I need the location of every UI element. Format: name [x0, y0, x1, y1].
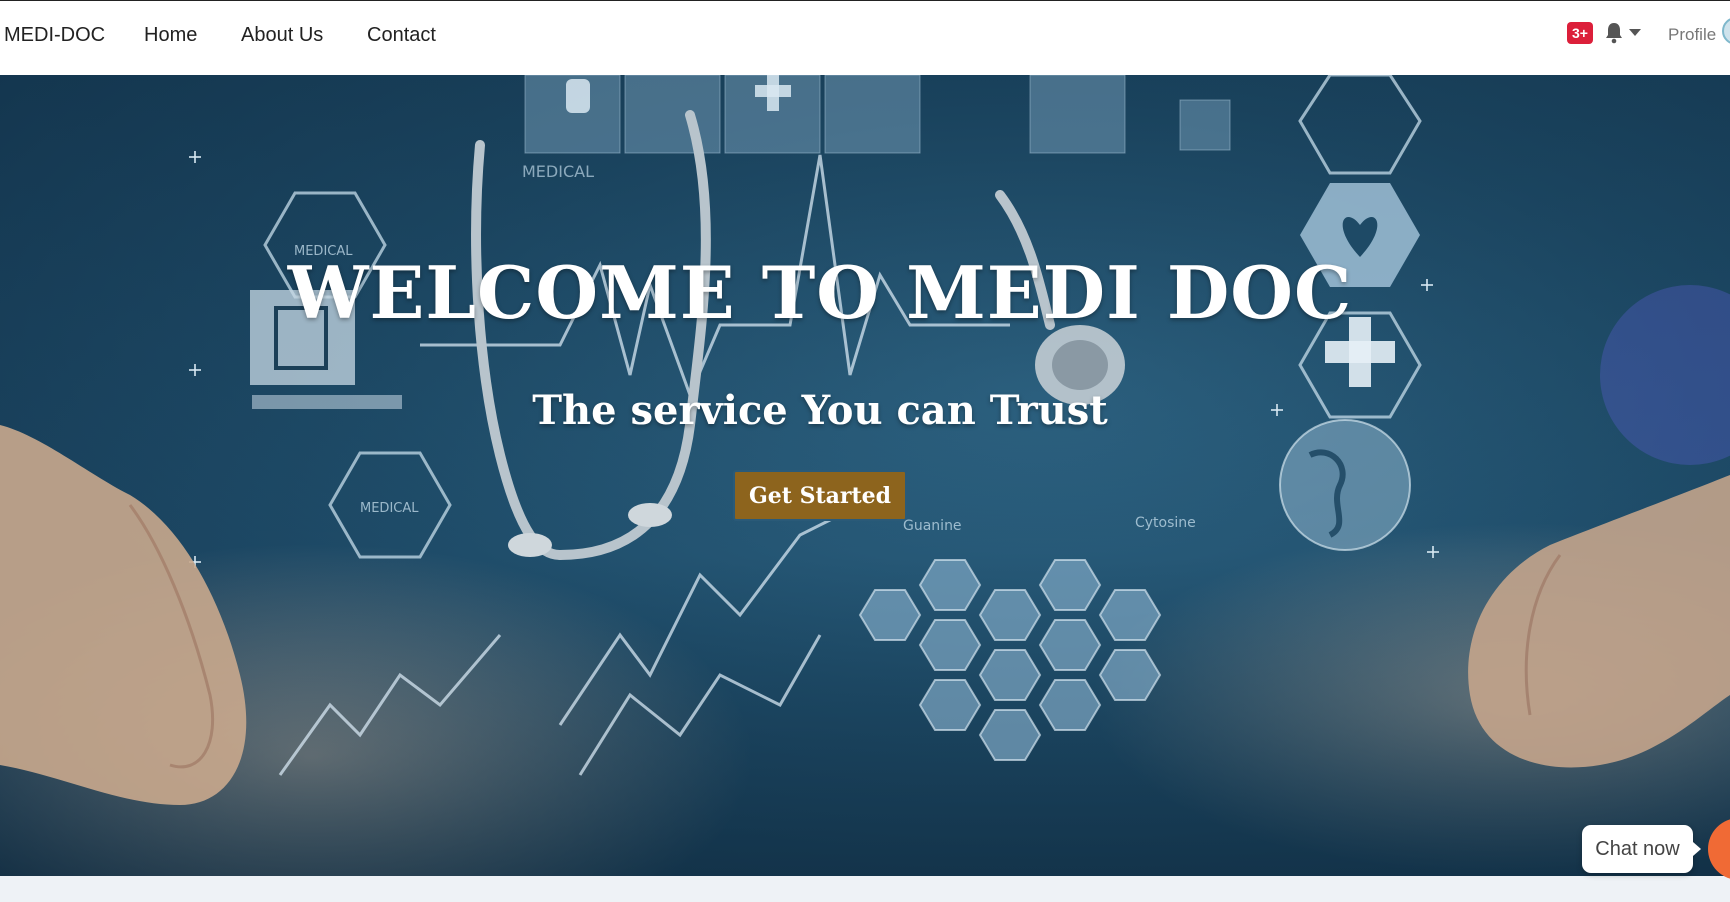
notifications-dropdown[interactable]: 3+ — [1567, 19, 1647, 49]
profile-link[interactable]: Profile — [1668, 25, 1716, 45]
svg-text:MEDICAL: MEDICAL — [360, 501, 419, 516]
brand-logo[interactable]: MEDI-DOC — [4, 24, 105, 47]
hero-subtitle: The service You can Trust — [532, 387, 1108, 434]
svg-text:MEDICAL: MEDICAL — [522, 162, 594, 181]
navbar: MEDI-DOC Home About Us Contact 3+ Profil… — [0, 0, 1730, 75]
page-content-strip — [0, 876, 1730, 902]
hero-banner: MEDICAL MEDICAL MEDICAL Guanine Cytosine — [0, 75, 1730, 876]
chevron-down-icon — [1629, 29, 1641, 36]
bell-icon — [1606, 23, 1622, 44]
nav-about-link[interactable]: About Us — [241, 24, 323, 47]
notification-count-badge: 3+ — [1567, 22, 1593, 44]
nav-home-link[interactable]: Home — [144, 24, 197, 47]
svg-text:Guanine: Guanine — [903, 518, 962, 534]
svg-text:Cytosine: Cytosine — [1135, 515, 1196, 531]
avatar[interactable] — [1722, 17, 1730, 45]
hero-title: WELCOME TO MEDI DOC — [287, 250, 1353, 335]
chat-now-bubble[interactable]: Chat now — [1582, 825, 1701, 873]
nav-contact-link[interactable]: Contact — [367, 24, 436, 47]
get-started-button[interactable]: Get Started — [733, 470, 907, 521]
